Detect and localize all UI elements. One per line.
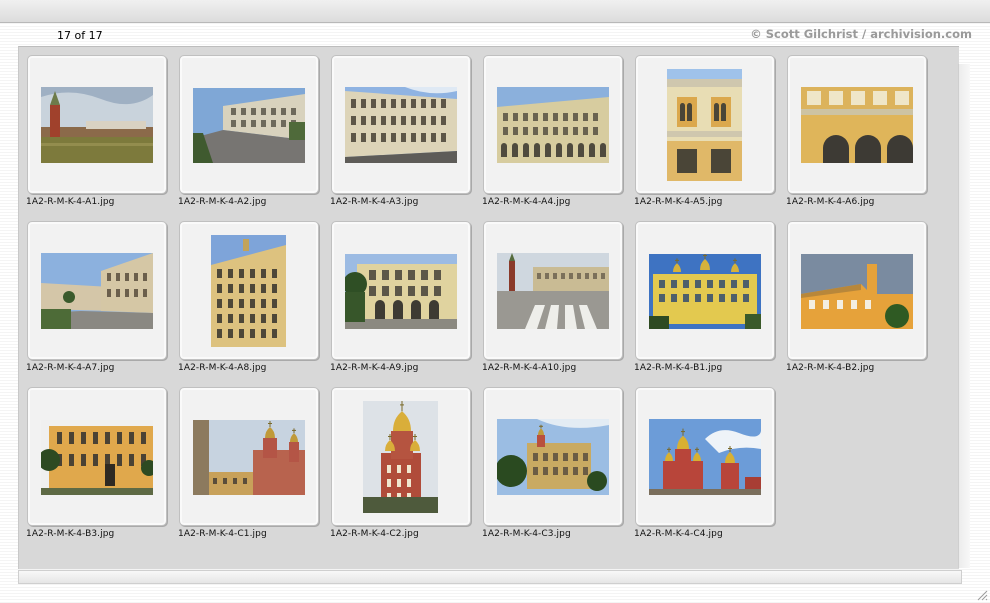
thumbnail-image[interactable] [41,253,153,329]
thumbnail-filename: 1A2-R-M-K-4-A10.jpg [482,363,577,373]
thumbnail-slide[interactable] [483,221,623,360]
thumbnail-filename: 1A2-R-M-K-4-A1.jpg [26,197,115,207]
thumbnail-image[interactable] [345,254,457,329]
thumbnail-filename: 1A2-R-M-K-4-B2.jpg [786,363,875,373]
thumbnail-image[interactable] [649,419,761,495]
thumbnail-filename: 1A2-R-M-K-4-C3.jpg [482,529,571,539]
thumbnail-filename: 1A2-R-M-K-4-A4.jpg [482,197,571,207]
thumbnail-image[interactable] [497,253,609,329]
thumbnail-filename: 1A2-R-M-K-4-C2.jpg [330,529,419,539]
copyright-credit: © Scott Gilchrist / archivision.com [750,27,972,41]
thumbnail-image[interactable] [41,420,153,495]
thumbnail-image[interactable] [649,254,761,329]
thumbnail-filename: 1A2-R-M-K-4-A7.jpg [26,363,115,373]
thumbnail-slide[interactable] [331,55,471,194]
thumbnail-image[interactable] [667,69,742,181]
thumbnail-image[interactable] [497,419,609,495]
thumbnail-image[interactable] [345,87,457,163]
thumbnail-slide[interactable] [27,55,167,194]
thumbnail-filename: 1A2-R-M-K-4-A3.jpg [330,197,419,207]
thumbnail-image[interactable] [193,420,305,495]
vertical-scrollbar[interactable] [958,64,970,568]
thumbnail-filename: 1A2-R-M-K-4-C4.jpg [634,529,723,539]
thumbnail-slide[interactable] [483,55,623,194]
thumbnail-filename: 1A2-R-M-K-4-A2.jpg [178,197,267,207]
thumbnail-filename: 1A2-R-M-K-4-A8.jpg [178,363,267,373]
thumbnail-slide[interactable] [635,387,775,526]
thumbnail-slide[interactable] [179,221,319,360]
thumbnail-image[interactable] [497,87,609,163]
thumbnail-filename: 1A2-R-M-K-4-A6.jpg [786,197,875,207]
horizontal-scrollbar[interactable] [18,570,962,584]
thumbnail-slide[interactable] [179,55,319,194]
thumbnail-slide[interactable] [331,387,471,526]
thumbnail-slide[interactable] [27,387,167,526]
thumbnail-image[interactable] [801,87,913,163]
thumbnail-slide[interactable] [179,387,319,526]
thumbnail-image[interactable] [363,401,438,513]
thumbnail-slide[interactable] [331,221,471,360]
thumbnail-slide[interactable] [635,221,775,360]
thumbnail-slide[interactable] [483,387,623,526]
thumbnail-filename: 1A2-R-M-K-4-A5.jpg [634,197,723,207]
thumbnail-filename: 1A2-R-M-K-4-B3.jpg [26,529,115,539]
thumbnail-filename: 1A2-R-M-K-4-A9.jpg [330,363,419,373]
thumbnail-grid: 1A2-R-M-K-4-A1.jpg 1A2-R-M-K-4-A2.jpg 1A… [18,46,959,569]
thumbnail-slide[interactable] [787,221,927,360]
window-top-bar [0,0,990,23]
resize-grip-icon[interactable] [975,588,988,601]
thumbnail-image[interactable] [193,88,305,163]
thumbnail-image[interactable] [211,235,286,347]
thumbnail-slide[interactable] [27,221,167,360]
thumbnail-filename: 1A2-R-M-K-4-C1.jpg [178,529,267,539]
thumbnail-filename: 1A2-R-M-K-4-B1.jpg [634,363,723,373]
thumbnail-slide[interactable] [635,55,775,194]
thumbnail-image[interactable] [41,87,153,163]
item-count: 17 of 17 [57,29,103,42]
thumbnail-slide[interactable] [787,55,927,194]
thumbnail-image[interactable] [801,254,913,329]
